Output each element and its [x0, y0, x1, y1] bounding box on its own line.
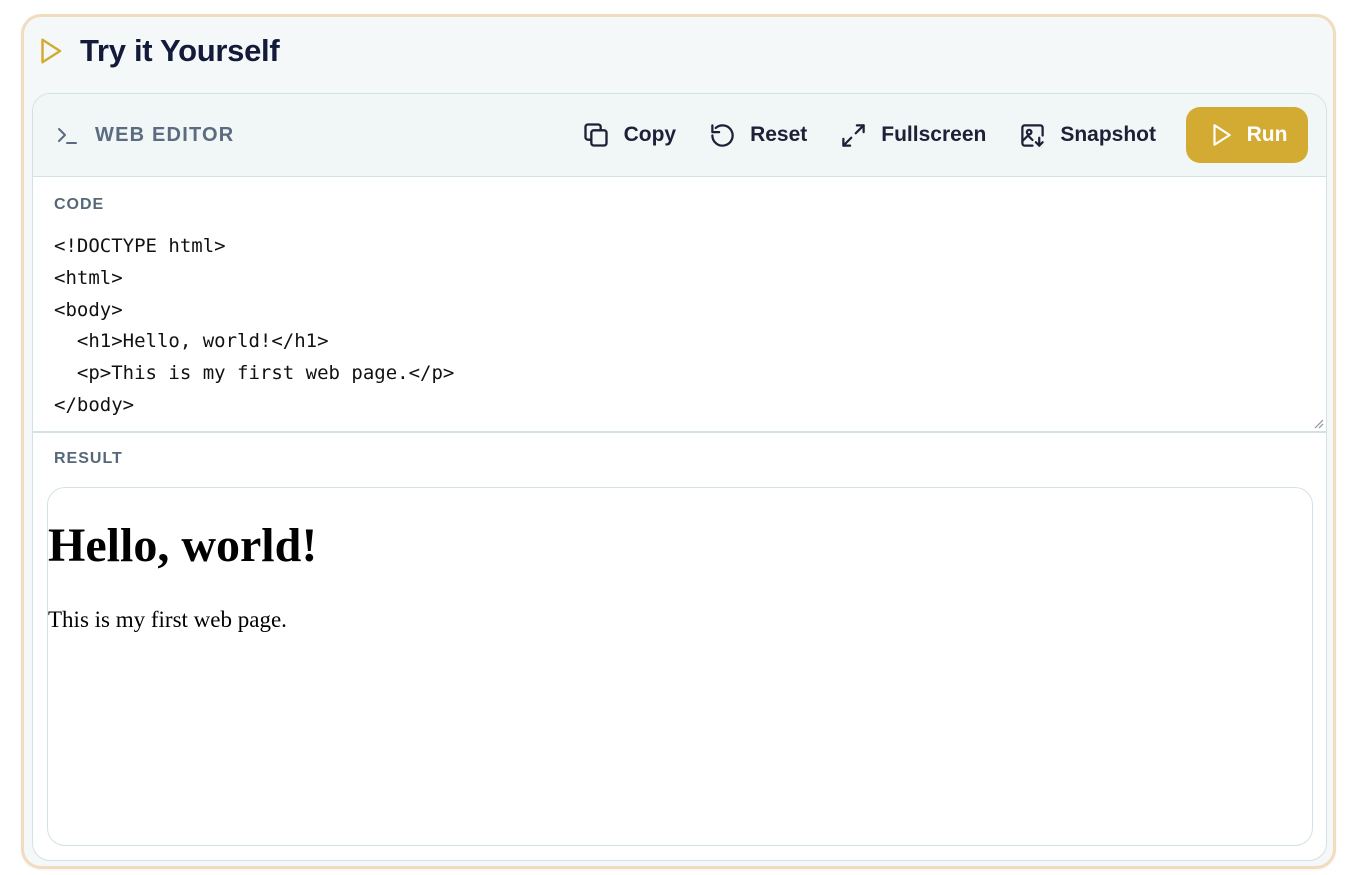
- code-section-label: CODE: [54, 196, 105, 213]
- copy-label: Copy: [623, 123, 677, 146]
- reset-button[interactable]: Reset: [692, 107, 823, 163]
- maximize-icon: [839, 121, 867, 149]
- reset-label: Reset: [750, 123, 808, 146]
- result-heading: Hello, world!: [48, 519, 318, 572]
- editor-label: WEB EDITOR: [95, 124, 235, 146]
- play-icon: [34, 35, 66, 67]
- terminal-icon: [55, 123, 81, 149]
- section-divider: [33, 431, 1326, 433]
- editor-toolbar: WEB EDITOR Copy Reset Fullscreen Snapsho…: [33, 94, 1326, 177]
- card-title: Try it Yourself: [80, 33, 280, 68]
- rotate-ccw-icon: [708, 121, 736, 149]
- copy-button[interactable]: Copy: [566, 107, 693, 163]
- snapshot-label: Snapshot: [1060, 123, 1156, 146]
- image-download-icon: [1018, 121, 1046, 149]
- web-editor: WEB EDITOR Copy Reset Fullscreen Snapsho…: [32, 93, 1327, 861]
- fullscreen-button[interactable]: Fullscreen: [823, 107, 1002, 163]
- try-it-yourself-card: Try it Yourself WEB EDITOR Copy Reset Fu…: [21, 14, 1336, 869]
- code-textarea[interactable]: <!DOCTYPE html> <html> <body> <h1>Hello,…: [54, 231, 1314, 429]
- copy-icon: [582, 121, 610, 149]
- snapshot-button[interactable]: Snapshot: [1002, 107, 1172, 163]
- toolbar-actions: Copy Reset Fullscreen Snapshot Run: [566, 107, 1308, 163]
- result-preview-frame[interactable]: Hello, world! This is my first web page.: [47, 487, 1313, 846]
- card-header: Try it Yourself: [34, 31, 280, 71]
- run-label: Run: [1246, 123, 1288, 146]
- fullscreen-label: Fullscreen: [881, 123, 987, 146]
- result-paragraph: This is my first web page.: [48, 607, 287, 632]
- resize-handle-icon[interactable]: [1312, 416, 1324, 429]
- result-section-label: RESULT: [54, 450, 123, 467]
- editor-title: WEB EDITOR: [55, 94, 234, 177]
- run-button[interactable]: Run: [1186, 107, 1308, 163]
- play-icon: [1207, 121, 1235, 149]
